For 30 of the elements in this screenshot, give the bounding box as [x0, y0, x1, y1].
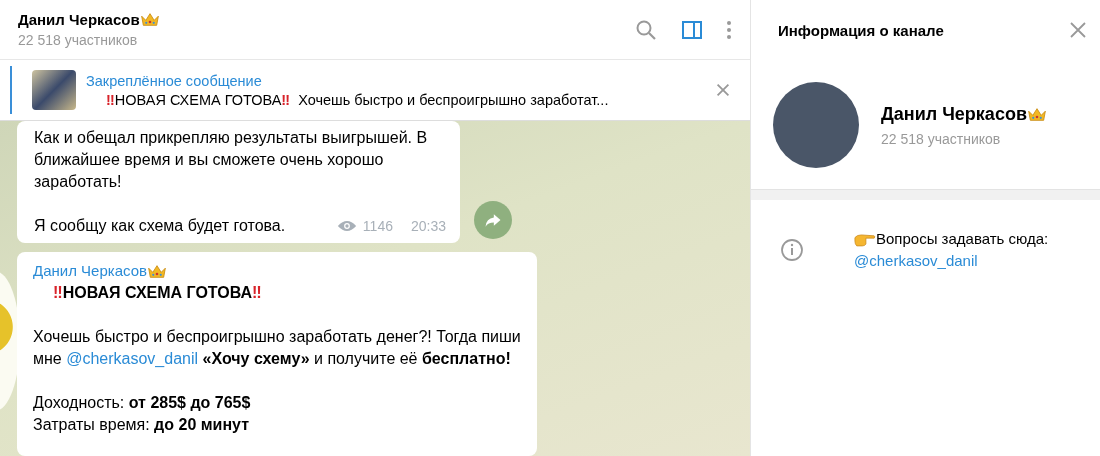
- message-text: Доходность: от 285$ до 765$: [33, 393, 252, 413]
- username-link[interactable]: @cherkasov_danil: [854, 250, 1049, 272]
- forward-button[interactable]: [474, 201, 512, 239]
- channel-name: Данил Черкасов: [881, 103, 1027, 125]
- message-time: 20:33: [410, 217, 446, 236]
- pointing-hand-icon: [854, 231, 876, 247]
- eye-icon: [336, 219, 357, 233]
- message-text: Я сообщу как схема будет готова.: [34, 216, 286, 236]
- username-link[interactable]: @cherkasov_danil: [66, 350, 199, 367]
- info-icon: [780, 238, 804, 262]
- panel-title: Информация о канале: [778, 21, 944, 39]
- photo-placeholder: [32, 70, 76, 110]
- view-count: 1146: [362, 217, 393, 236]
- crown-icon: [1026, 106, 1047, 122]
- description-text: Вопросы задавать сюда:: [876, 229, 1049, 249]
- close-icon[interactable]: [1068, 20, 1088, 40]
- crown-icon: [147, 263, 167, 279]
- member-count: 22 518 участников: [18, 32, 139, 48]
- message-text: Как и обещал прикрепляю результаты выигрышей. В ближайшее время и вы сможете очень хорошо заработать!: [34, 128, 429, 192]
- crown-icon: [139, 12, 160, 27]
- author-name[interactable]: Данил Черкасов: [33, 260, 147, 282]
- message-headline: ‼НОВАЯ СХЕМА ГОТОВА‼: [52, 283, 263, 303]
- pinned-label: Закреплённое сообщение: [86, 72, 263, 89]
- pinned-preview: ‼НОВАЯ СХЕМА ГОТОВА‼ Хочешь быстро и беспроигрышно заработат...: [105, 91, 610, 108]
- member-count: 22 518 участников: [881, 130, 1002, 147]
- pinned-message-bar[interactable]: Закреплённое сообщение ‼НОВАЯ СХЕМА ГОТОВА‼ Хочешь быстро и беспроигрышно заработат...: [10, 66, 750, 114]
- message-text: Хочешь быстро и беспроигрышно заработать денег?! Тогда пиши мне @cherkasov_danil «Хочу схему» и получите её бесплатно!: [33, 327, 522, 369]
- close-icon[interactable]: [714, 81, 732, 99]
- channel-title: Данил Черкасов: [18, 11, 140, 28]
- message-text: Затраты время: до 20 минут: [33, 415, 250, 435]
